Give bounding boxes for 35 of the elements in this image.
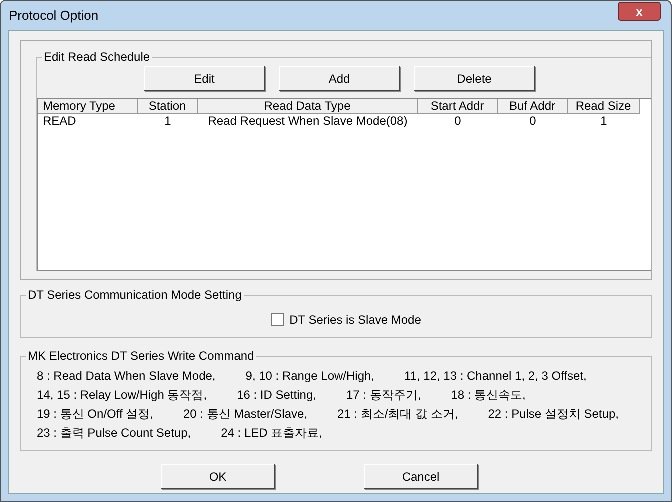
dialog-button[interactable]: Cancel (364, 464, 478, 489)
column-header[interactable]: Read Size (568, 99, 640, 114)
table-cell-text: 1 (600, 114, 608, 128)
close-button[interactable]: x (618, 2, 661, 21)
table-cell-text: READ (42, 114, 78, 128)
command-text: 22 : Pulse 설정치 Setup, (488, 406, 619, 422)
column-header[interactable]: Memory Type (38, 99, 138, 114)
group-title: DT Series Communication Mode Setting (26, 287, 244, 303)
command-text: 8 : Read Data When Slave Mode, (37, 368, 216, 384)
command-text: 19 : 통신 On/Off 설정, (37, 406, 154, 422)
command-text: 17 : 동작주기, (346, 386, 422, 404)
table-cell-text: Read Request When Slave Mode(08) (207, 114, 409, 128)
table-cell-text: 0 (454, 114, 462, 128)
table-cell-text: 1 (164, 114, 172, 128)
command-text: 11, 12, 13 : Channel 1, 2, 3 Offset, (404, 368, 587, 384)
command-text: 18 : 통신속도, (451, 386, 526, 404)
column-header[interactable]: Station (138, 99, 198, 114)
checkbox[interactable] (270, 313, 284, 326)
column-header[interactable]: Buf Addr (498, 99, 568, 114)
command-text: 24 : LED 표출자료, (221, 424, 322, 442)
dialog-button[interactable]: Add (279, 66, 400, 91)
column-header[interactable]: Read Data Type (198, 99, 418, 114)
command-text: 20 : 통신 Master/Slave, (183, 406, 308, 422)
column-header[interactable]: Start Addr (418, 99, 498, 114)
dialog-button[interactable]: OK (161, 464, 275, 489)
table-cell-text: 0 (528, 114, 538, 128)
command-text: 9, 10 : Range Low/High, (246, 368, 375, 384)
command-text: 16 : ID Setting, (237, 386, 316, 404)
command-text: 14, 15 : Relay Low/High 동작점, (37, 386, 208, 404)
checkbox-label: DT Series is Slave Mode (290, 312, 422, 328)
dialog-button[interactable]: Edit (144, 66, 265, 91)
command-text: 23 : 출력 Pulse Count Setup, (37, 424, 192, 442)
command-text: 21 : 최소/최대 값 소거, (338, 406, 458, 422)
window-title: Protocol Option (9, 6, 99, 25)
dialog-button[interactable]: Delete (414, 66, 535, 91)
